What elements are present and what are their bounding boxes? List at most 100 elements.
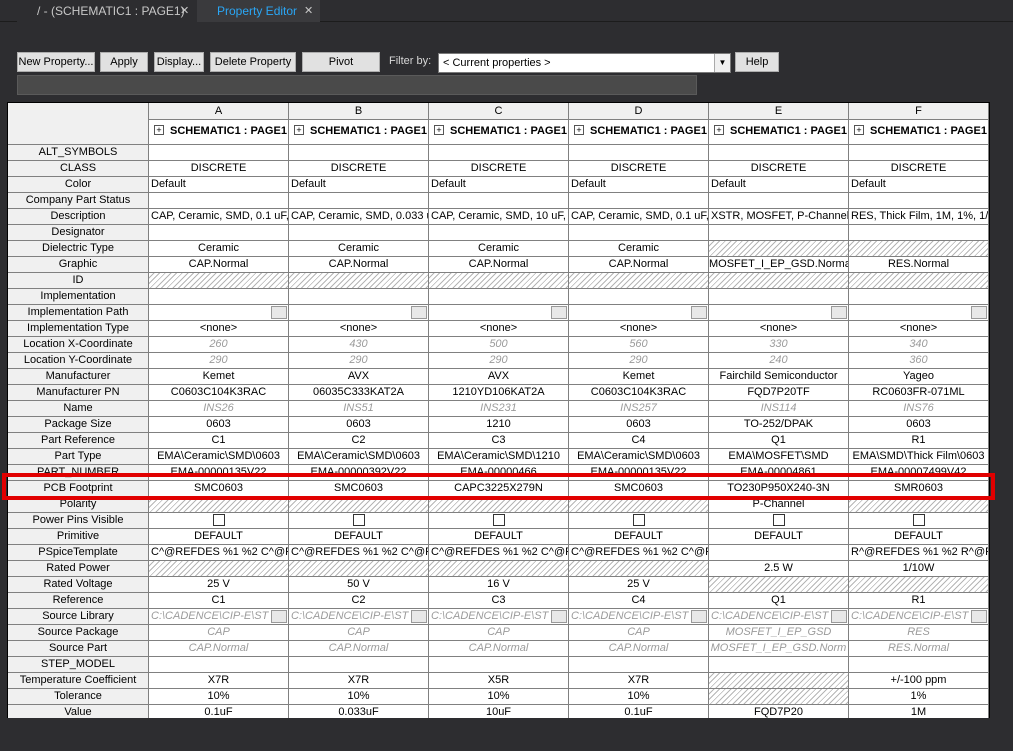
- property-cell[interactable]: [149, 305, 289, 321]
- property-cell[interactable]: 06035C333KAT2A: [289, 385, 429, 401]
- property-cell[interactable]: 430: [289, 337, 429, 353]
- browse-button[interactable]: [551, 306, 567, 319]
- property-cell[interactable]: 0603: [149, 417, 289, 433]
- property-cell[interactable]: EMA\MOSFET\SMD: [709, 449, 849, 465]
- property-cell[interactable]: CAP, Ceramic, SMD, 10 uF,: [429, 209, 569, 225]
- property-cell[interactable]: TO-252/DPAK: [709, 417, 849, 433]
- power-pins-checkbox[interactable]: [912, 514, 925, 526]
- property-cell[interactable]: R1: [849, 433, 989, 449]
- expand-icon[interactable]: +: [434, 125, 444, 135]
- property-cell[interactable]: 240: [709, 353, 849, 369]
- property-cell[interactable]: CAP.Normal: [289, 641, 429, 657]
- property-cell[interactable]: [429, 657, 569, 673]
- browse-button[interactable]: [831, 306, 847, 319]
- property-cell[interactable]: CAP.Normal: [149, 257, 289, 273]
- property-cell[interactable]: 1/10W: [849, 561, 989, 577]
- property-cell[interactable]: [149, 289, 289, 305]
- property-cell[interactable]: INS51: [289, 401, 429, 417]
- property-cell[interactable]: C^@REFDES %1 %2 C^@R: [149, 545, 289, 561]
- property-cell[interactable]: MOSFET_I_EP_GSD.Norm: [709, 641, 849, 657]
- column-header[interactable]: E: [709, 103, 849, 120]
- property-cell[interactable]: 1%: [849, 689, 989, 705]
- property-cell[interactable]: Default: [709, 177, 849, 193]
- property-cell[interactable]: [289, 657, 429, 673]
- property-name[interactable]: Designator: [8, 225, 149, 241]
- property-cell[interactable]: X7R: [289, 673, 429, 689]
- property-cell[interactable]: [709, 305, 849, 321]
- property-cell[interactable]: C4: [569, 433, 709, 449]
- property-cell[interactable]: [569, 513, 709, 529]
- new-property-button[interactable]: New Property...: [17, 52, 95, 72]
- property-cell[interactable]: AVX: [429, 369, 569, 385]
- property-cell[interactable]: DEFAULT: [849, 529, 989, 545]
- expand-icon[interactable]: +: [154, 125, 164, 135]
- property-cell[interactable]: INS76: [849, 401, 989, 417]
- property-cell[interactable]: [429, 289, 569, 305]
- property-name[interactable]: Implementation: [8, 289, 149, 305]
- property-name[interactable]: Reference: [8, 593, 149, 609]
- property-name[interactable]: Source Part: [8, 641, 149, 657]
- property-cell[interactable]: CAP: [149, 625, 289, 641]
- property-cell[interactable]: C0603C104K3RAC: [569, 385, 709, 401]
- property-cell[interactable]: 10%: [289, 689, 429, 705]
- power-pins-checkbox[interactable]: [212, 514, 225, 526]
- property-name[interactable]: Manufacturer PN: [8, 385, 149, 401]
- property-name[interactable]: ID: [8, 273, 149, 289]
- property-cell[interactable]: Yageo: [849, 369, 989, 385]
- property-cell[interactable]: MOSFET_I_EP_GSD.Normal: [709, 257, 849, 273]
- property-cell[interactable]: EMA\Ceramic\SMD\0603: [569, 449, 709, 465]
- property-cell[interactable]: [849, 145, 989, 161]
- property-cell[interactable]: 25 V: [149, 577, 289, 593]
- property-cell[interactable]: [429, 193, 569, 209]
- property-cell[interactable]: [709, 289, 849, 305]
- help-button[interactable]: Help: [735, 52, 779, 72]
- browse-button[interactable]: [271, 306, 287, 319]
- property-cell[interactable]: C2: [289, 593, 429, 609]
- property-name[interactable]: Source Library: [8, 609, 149, 625]
- property-cell[interactable]: DEFAULT: [149, 529, 289, 545]
- browse-button[interactable]: [691, 610, 707, 623]
- property-cell[interactable]: [429, 225, 569, 241]
- property-cell[interactable]: INS26: [149, 401, 289, 417]
- property-name[interactable]: Primitive: [8, 529, 149, 545]
- property-cell[interactable]: [149, 513, 289, 529]
- property-cell[interactable]: [709, 545, 849, 561]
- power-pins-checkbox[interactable]: [632, 514, 645, 526]
- property-cell[interactable]: RES.Normal: [849, 641, 989, 657]
- property-cell[interactable]: RES, Thick Film, 1M, 1%, 1/1: [849, 209, 989, 225]
- property-cell[interactable]: 1210YD106KAT2A: [429, 385, 569, 401]
- property-cell[interactable]: Default: [289, 177, 429, 193]
- property-cell[interactable]: EMA\Ceramic\SMD\0603: [149, 449, 289, 465]
- property-cell[interactable]: 0603: [569, 417, 709, 433]
- property-name[interactable]: PSpiceTemplate: [8, 545, 149, 561]
- property-cell[interactable]: [149, 657, 289, 673]
- property-name[interactable]: STEP_MODEL: [8, 657, 149, 673]
- property-cell[interactable]: Default: [569, 177, 709, 193]
- property-cell[interactable]: [569, 193, 709, 209]
- property-cell[interactable]: Q1: [709, 593, 849, 609]
- property-cell[interactable]: C4: [569, 593, 709, 609]
- property-cell[interactable]: C0603C104K3RAC: [149, 385, 289, 401]
- property-cell[interactable]: 50 V: [289, 577, 429, 593]
- property-cell[interactable]: [289, 193, 429, 209]
- property-cell[interactable]: C:\CADENCE\CIP-E\ST: [709, 609, 849, 625]
- value-edit-field[interactable]: [17, 75, 697, 95]
- property-cell[interactable]: [569, 305, 709, 321]
- browse-button[interactable]: [411, 306, 427, 319]
- property-cell[interactable]: +/-100 ppm: [849, 673, 989, 689]
- browse-button[interactable]: [551, 610, 567, 623]
- property-name[interactable]: Graphic: [8, 257, 149, 273]
- property-cell[interactable]: <none>: [429, 321, 569, 337]
- property-cell[interactable]: DISCRETE: [709, 161, 849, 177]
- browse-button[interactable]: [411, 610, 427, 623]
- property-cell[interactable]: Default: [849, 177, 989, 193]
- property-cell[interactable]: CAP.Normal: [289, 257, 429, 273]
- property-name[interactable]: Dielectric Type: [8, 241, 149, 257]
- chevron-down-icon[interactable]: ▼: [714, 54, 730, 72]
- property-cell[interactable]: [569, 289, 709, 305]
- property-cell[interactable]: 1210: [429, 417, 569, 433]
- property-cell[interactable]: [429, 145, 569, 161]
- property-name[interactable]: Tolerance: [8, 689, 149, 705]
- property-name[interactable]: Description: [8, 209, 149, 225]
- property-cell[interactable]: 25 V: [569, 577, 709, 593]
